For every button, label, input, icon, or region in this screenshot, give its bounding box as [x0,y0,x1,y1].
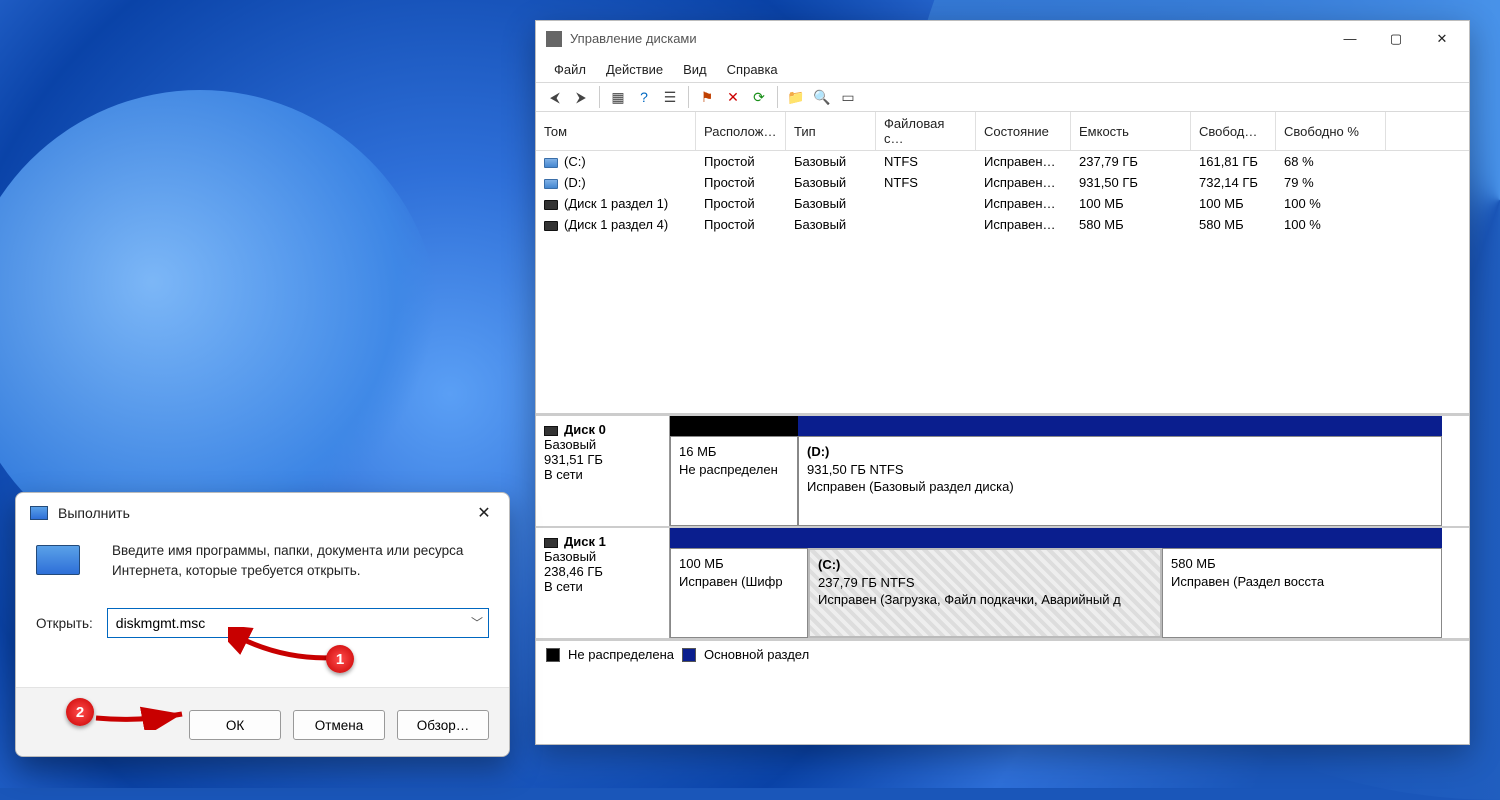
col-ras[interactable]: Располож… [696,112,786,150]
disk-icon [544,538,558,548]
partition-body: 580 МБИсправен (Раздел восста [1162,548,1442,638]
partition-header [808,528,1162,548]
legend-swatch-primary [682,648,696,662]
window-title: Управление дисками [570,31,697,46]
partition-body: 16 МБНе распределен [670,436,798,526]
menu-view[interactable]: Вид [675,60,715,79]
run-title: Выполнить [58,505,130,521]
disk-graphical-view: Диск 0Базовый931,51 ГБВ сети16 МБНе расп… [536,414,1469,640]
legend-unalloc: Не распределена [568,647,674,662]
cancel-button[interactable]: Отмена [293,710,385,740]
partition-header [670,528,808,548]
col-fay[interactable]: Файловая с… [876,112,976,150]
disk-management-window: Управление дисками — ▢ ✕ Файл Действие В… [535,20,1470,745]
partition-body: 100 МБИсправен (Шифр [670,548,808,638]
grid-icon[interactable]: ▦ [607,86,629,108]
partition[interactable]: (C:)237,79 ГБ NTFSИсправен (Загрузка, Фа… [808,528,1162,638]
col-emk[interactable]: Емкость [1071,112,1191,150]
run-icon [30,506,48,520]
partition-body: (C:)237,79 ГБ NTFSИсправен (Загрузка, Фа… [808,548,1162,638]
disk-header[interactable]: Диск 0Базовый931,51 ГБВ сети [536,416,670,526]
minimize-button[interactable]: — [1327,24,1373,54]
table-row[interactable]: (Диск 1 раздел 4)ПростойБазовыйИсправен…… [536,214,1469,235]
partition[interactable]: (D:)931,50 ГБ NTFSИсправен (Базовый разд… [798,416,1442,526]
folder-up-icon[interactable]: 📁 [785,86,807,108]
table-body: (C:)ПростойБазовыйNTFSИсправен…237,79 ГБ… [536,151,1469,413]
col-tom[interactable]: Том [536,112,696,150]
menubar: Файл Действие Вид Справка [536,56,1469,82]
volume-table: Том Располож… Тип Файловая с… Состояние … [536,112,1469,414]
legend: Не распределена Основной раздел [536,640,1469,668]
callout-arrow-1 [228,627,358,667]
forward-icon[interactable]: ⮞ [570,86,592,108]
properties-icon[interactable]: ▭ [837,86,859,108]
partition-header [670,416,798,436]
col-svo[interactable]: Свобод… [1191,112,1276,150]
volume-icon [544,158,558,168]
volume-icon [544,200,558,210]
close-button[interactable]: ✕ [1419,24,1465,54]
ok-button[interactable]: ОК [189,710,281,740]
disk-icon [544,426,558,436]
disk-row: Диск 0Базовый931,51 ГБВ сети16 МБНе расп… [536,416,1469,528]
run-description: Введите имя программы, папки, документа … [112,541,489,580]
partition[interactable]: 100 МБИсправен (Шифр [670,528,808,638]
browse-button[interactable]: Обзор… [397,710,489,740]
list-icon[interactable]: ☰ [659,86,681,108]
volume-icon [544,221,558,231]
partition-header [798,416,1442,436]
legend-swatch-unalloc [546,648,560,662]
partition-header [1162,528,1442,548]
disk-header[interactable]: Диск 1Базовый238,46 ГБВ сети [536,528,670,638]
maximize-button[interactable]: ▢ [1373,24,1419,54]
col-tip[interactable]: Тип [786,112,876,150]
table-header: Том Располож… Тип Файловая с… Состояние … [536,112,1469,151]
table-row[interactable]: (D:)ПростойБазовыйNTFSИсправен…931,50 ГБ… [536,172,1469,193]
menu-action[interactable]: Действие [598,60,671,79]
menu-file[interactable]: Файл [546,60,594,79]
partition-body: (D:)931,50 ГБ NTFSИсправен (Базовый разд… [798,436,1442,526]
run-logo-icon [36,545,80,575]
table-row[interactable]: (C:)ПростойБазовыйNTFSИсправен…237,79 ГБ… [536,151,1469,172]
table-row[interactable]: (Диск 1 раздел 1)ПростойБазовыйИсправен…… [536,193,1469,214]
help-icon[interactable]: ? [633,86,655,108]
back-icon[interactable]: ⮜ [544,86,566,108]
titlebar[interactable]: Управление дисками — ▢ ✕ [536,21,1469,56]
col-svp[interactable]: Свободно % [1276,112,1386,150]
disk-row: Диск 1Базовый238,46 ГБВ сети100 МБИсправ… [536,528,1469,640]
callout-arrow-2 [90,700,190,730]
partition[interactable]: 16 МБНе распределен [670,416,798,526]
delete-icon[interactable]: ✕ [722,86,744,108]
diskmgmt-icon [546,31,562,47]
refresh-icon[interactable]: ⟳ [748,86,770,108]
open-label: Открыть: [36,616,93,631]
volume-icon [544,179,558,189]
menu-help[interactable]: Справка [719,60,786,79]
toolbar: ⮜ ⮞ ▦ ? ☰ ⚑ ✕ ⟳ 📁 🔍 ▭ [536,82,1469,112]
flag-icon[interactable]: ⚑ [696,86,718,108]
run-close-button[interactable]: ✕ [463,497,505,529]
run-titlebar[interactable]: Выполнить ✕ [16,493,509,533]
search-folder-icon[interactable]: 🔍 [811,86,833,108]
col-sos[interactable]: Состояние [976,112,1071,150]
partition[interactable]: 580 МБИсправен (Раздел восста [1162,528,1442,638]
legend-primary: Основной раздел [704,647,809,662]
